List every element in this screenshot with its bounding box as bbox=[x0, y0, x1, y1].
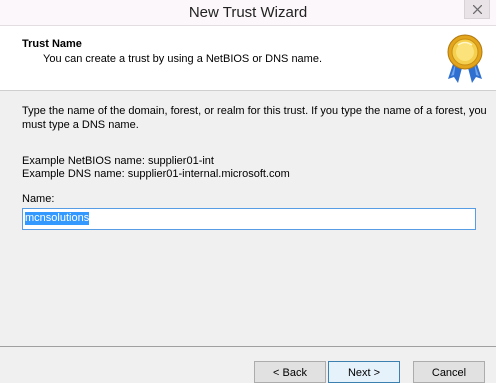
page-title: Trust Name bbox=[22, 38, 82, 50]
back-button[interactable]: < Back bbox=[254, 361, 326, 383]
cancel-button[interactable]: Cancel bbox=[413, 361, 485, 383]
next-button[interactable]: Next > bbox=[328, 361, 400, 383]
name-label: Name: bbox=[22, 193, 55, 205]
close-button[interactable] bbox=[464, 0, 490, 19]
trust-name-value: mcnsolutions bbox=[25, 212, 90, 225]
footer-separator bbox=[0, 346, 496, 347]
award-ribbon-icon bbox=[447, 34, 483, 83]
window-title: New Trust Wizard bbox=[188, 4, 308, 21]
close-icon bbox=[473, 5, 482, 14]
example-dns: Example DNS name: supplier01-internal.mi… bbox=[22, 168, 290, 180]
title-bar: New Trust Wizard bbox=[0, 0, 496, 26]
instruction-line-1: Type the name of the domain, forest, or … bbox=[22, 105, 487, 117]
example-netbios: Example NetBIOS name: supplier01-int bbox=[22, 155, 214, 167]
instruction-line-2: must type a DNS name. bbox=[22, 119, 139, 131]
page-subtitle: You can create a trust by using a NetBIO… bbox=[43, 53, 323, 65]
trust-name-input[interactable]: mcnsolutions bbox=[22, 208, 476, 230]
wizard-header: Trust Name You can create a trust by usi… bbox=[0, 26, 496, 91]
